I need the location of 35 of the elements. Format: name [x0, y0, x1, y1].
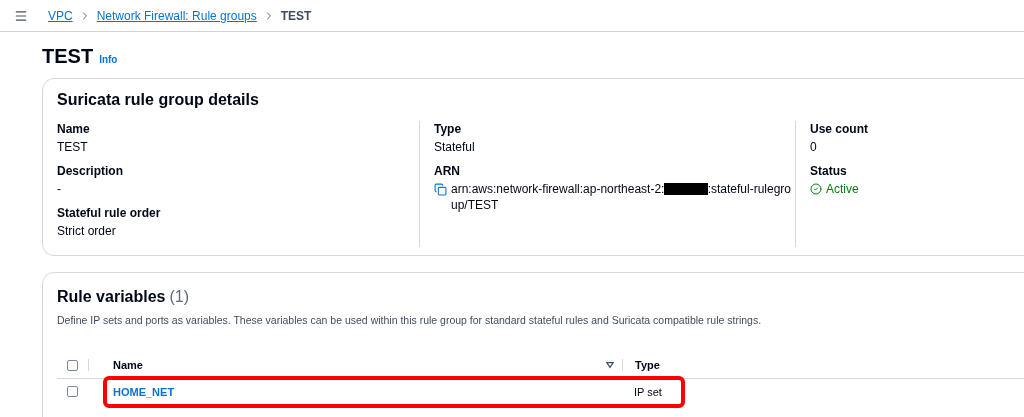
- field-label: Stateful rule order: [57, 205, 161, 221]
- field-value: Stateful: [434, 139, 475, 155]
- breadcrumb-link[interactable]: VPC: [48, 6, 73, 25]
- column-header[interactable]: Type: [635, 357, 660, 374]
- sort-icon[interactable]: [606, 361, 614, 370]
- page-title: TEST: [42, 44, 94, 69]
- field-value: TEST: [57, 139, 88, 155]
- field-label: Use count: [810, 121, 868, 137]
- field-label: Type: [434, 121, 462, 137]
- variable-link[interactable]: HOME_NET: [113, 383, 175, 400]
- status-text: Active: [826, 181, 859, 197]
- field-label: ARN: [434, 163, 460, 179]
- arn-text: up/TEST: [451, 197, 499, 213]
- menu-icon[interactable]: [14, 8, 28, 23]
- card-title: Suricata rule group details: [57, 90, 259, 110]
- item-count: (1): [169, 287, 190, 307]
- card-title: Rule variables: [57, 287, 166, 307]
- table-cell-text: IP set: [634, 384, 662, 400]
- field-label: Status: [810, 163, 847, 179]
- column-header[interactable]: Name: [113, 357, 143, 374]
- copy-icon[interactable]: [434, 183, 447, 196]
- field-value: 0: [810, 139, 817, 155]
- field-label: Name: [57, 121, 90, 137]
- field-value: -: [57, 181, 61, 197]
- checkbox[interactable]: [67, 359, 78, 371]
- breadcrumb-link[interactable]: Network Firewall: Rule groups: [96, 6, 257, 25]
- field-label: Description: [57, 163, 123, 179]
- info-link[interactable]: Info: [99, 52, 118, 67]
- card-description: Define IP sets and ports as variables. These variables can be used within this rule group for standard stateful rules and Suricata compatible rule strings.: [57, 313, 762, 328]
- field-value: Strict order: [57, 223, 116, 239]
- arn-text: arn:aws:network-firewall:ap-northeast-2:: [451, 181, 665, 197]
- breadcrumb-current: TEST: [280, 7, 312, 25]
- checkbox[interactable]: [67, 386, 78, 398]
- check-circle-icon: [810, 183, 822, 195]
- arn-text: :stateful-rulegro: [707, 181, 791, 197]
